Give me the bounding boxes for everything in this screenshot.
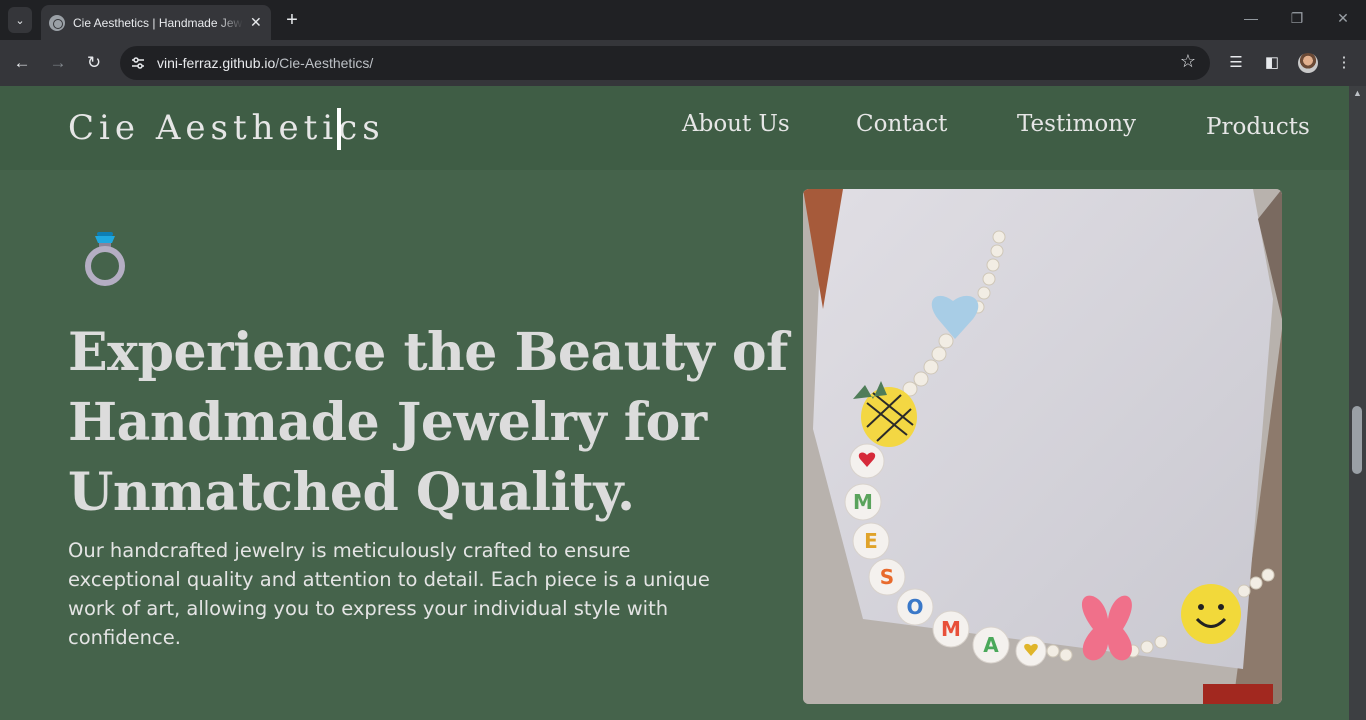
side-panel-icon[interactable]: ◧ <box>1261 52 1283 74</box>
headline-line-2: Handmade Jewelry for <box>68 392 707 453</box>
bead-letter-3: S <box>880 565 894 589</box>
nav-contact[interactable]: Contact <box>856 111 947 137</box>
globe-favicon-icon <box>49 14 65 31</box>
headline-line-3: Unmatched Quality. <box>68 462 635 523</box>
reload-icon[interactable]: ↻ <box>83 52 105 74</box>
media-queue-icon[interactable]: ☰ <box>1225 52 1247 74</box>
bead-letter-5: M <box>941 617 961 641</box>
nav-testimony[interactable]: Testimony <box>1017 111 1136 137</box>
menu-kebab-icon[interactable]: ⋮ <box>1333 52 1355 74</box>
profile-avatar[interactable] <box>1298 53 1318 73</box>
site-header: Cie Aesthetics About Us Contact Testimon… <box>0 86 1349 170</box>
headline-line-1: Experience the Beauty of <box>68 322 788 383</box>
address-bar[interactable]: vini-ferraz.github.io/Cie-Aesthetics/ ☆ <box>120 46 1210 80</box>
url-host: vini-ferraz.github.io <box>157 55 276 71</box>
tab-search-chevron-icon[interactable]: ⌄ <box>8 7 32 33</box>
back-arrow-icon[interactable]: ← <box>11 52 33 74</box>
bead-letter-6: A <box>983 633 999 657</box>
bead-letter-2: E <box>864 529 878 553</box>
typing-cursor <box>337 108 341 150</box>
hero-headline: Experience the Beauty of Handmade Jewelr… <box>68 318 788 528</box>
new-tab-plus-icon[interactable]: + <box>282 9 302 31</box>
restore-window-icon[interactable]: ❐ <box>1287 10 1307 27</box>
url-path: /Cie-Aesthetics/ <box>275 55 374 71</box>
scroll-up-arrow-icon[interactable]: ▲ <box>1353 88 1362 98</box>
forward-arrow-icon[interactable]: → <box>47 52 69 74</box>
bookmark-star-icon[interactable]: ☆ <box>1180 51 1196 72</box>
page-viewport: Cie Aesthetics About Us Contact Testimon… <box>0 86 1349 720</box>
ring-icon <box>85 232 125 286</box>
browser-tab-active[interactable]: Cie Aesthetics | Handmade Jewelry ✕ <box>41 5 271 40</box>
url-text: vini-ferraz.github.io/Cie-Aesthetics/ <box>157 55 373 71</box>
tab-close-icon[interactable]: ✕ <box>249 14 263 31</box>
minimize-icon[interactable]: — <box>1241 10 1261 26</box>
hero-description: Our handcrafted jewelry is meticulously … <box>68 539 710 649</box>
bead-letter-1: M <box>853 490 873 514</box>
bracelet-photo-illustration: M E S O M A <box>803 189 1282 704</box>
close-window-icon[interactable]: ✕ <box>1333 10 1353 27</box>
bead-letter-4: O <box>906 595 923 619</box>
browser-toolbar: ← → ↻ vini-ferraz.github.io/Cie-Aestheti… <box>0 40 1366 86</box>
hero-bracelet-image: M E S O M A <box>803 189 1282 704</box>
nav-about-us[interactable]: About Us <box>682 111 790 137</box>
scrollbar-thumb[interactable] <box>1352 406 1362 474</box>
browser-tabstrip: ⌄ Cie Aesthetics | Handmade Jewelry ✕ + … <box>0 0 1366 40</box>
nav-products[interactable]: Products <box>1206 114 1310 140</box>
page-scrollbar[interactable]: ▲ <box>1349 86 1366 720</box>
tab-title: Cie Aesthetics | Handmade Jewelry <box>73 15 243 30</box>
site-settings-tune-icon[interactable] <box>130 55 146 71</box>
